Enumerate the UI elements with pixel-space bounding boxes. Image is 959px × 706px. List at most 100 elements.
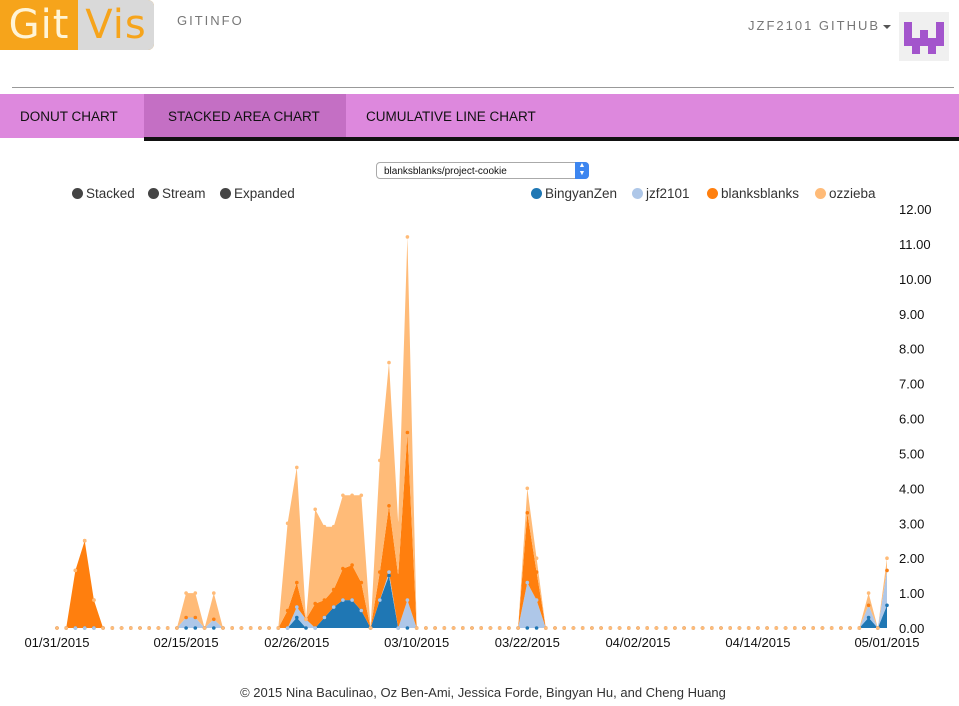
- data-point-ozzieba: [239, 626, 244, 630]
- data-point-bingyanzen: [387, 573, 391, 578]
- tab-stacked-area-chart[interactable]: STACKED AREA CHART: [144, 94, 346, 138]
- data-point-ozzieba: [322, 524, 327, 529]
- data-point-bingyanzen: [866, 615, 871, 620]
- data-point-ozzieba: [368, 626, 373, 630]
- y-tick-label: 11.00: [899, 237, 931, 252]
- data-point-ozzieba: [848, 626, 852, 630]
- mode-stacked[interactable]: Stacked: [72, 186, 135, 201]
- data-point-ozzieba: [414, 626, 419, 630]
- data-point-ozzieba: [396, 521, 401, 526]
- y-tick-label: 8.00: [899, 342, 924, 357]
- legend-ozzieba[interactable]: ozzieba: [815, 186, 876, 201]
- mode-label: Stacked: [86, 186, 135, 201]
- user-menu-dropdown[interactable]: JZF2101 GITHUB: [748, 18, 892, 33]
- data-point-ozzieba: [516, 626, 520, 630]
- header-divider: [12, 87, 954, 88]
- brand-link[interactable]: GITINFO: [177, 13, 244, 28]
- data-point-ozzieba: [64, 626, 68, 630]
- y-tick-label: 3.00: [899, 516, 924, 531]
- legend-dot-icon: [815, 188, 826, 199]
- data-point-jzf2101: [396, 626, 401, 630]
- data-point-jzf2101: [405, 598, 410, 602]
- data-point-ozzieba: [258, 626, 262, 630]
- legend-dot-icon: [707, 188, 718, 199]
- data-point-ozzieba: [285, 521, 290, 526]
- data-point-ozzieba: [341, 493, 345, 498]
- y-tick-label: 4.00: [899, 481, 924, 496]
- data-point-ozzieba: [793, 626, 797, 630]
- data-point-ozzieba: [202, 626, 207, 630]
- legend-dot-icon: [531, 188, 542, 199]
- avatar[interactable]: [899, 12, 949, 61]
- data-point-ozzieba: [165, 626, 170, 630]
- x-tick-label: 02/26/2015: [264, 635, 329, 650]
- data-point-ozzieba: [746, 626, 751, 630]
- legend-jzf2101[interactable]: jzf2101: [632, 186, 690, 201]
- data-point-blanksblanks: [396, 573, 401, 578]
- data-point-ozzieba: [442, 626, 447, 630]
- data-point-ozzieba: [839, 626, 843, 630]
- data-point-ozzieba: [82, 538, 87, 543]
- mode-expanded[interactable]: Expanded: [220, 186, 295, 201]
- data-point-ozzieba: [479, 626, 484, 630]
- x-tick-label: 04/14/2015: [725, 635, 790, 650]
- y-tick-label: 5.00: [899, 446, 924, 461]
- data-point-ozzieba: [230, 626, 234, 630]
- y-tick-label: 2.00: [899, 551, 924, 566]
- data-point-ozzieba: [248, 626, 253, 630]
- data-point-bingyanzen: [212, 626, 216, 630]
- data-point-bingyanzen: [193, 626, 198, 630]
- y-tick-label: 0.00: [899, 621, 924, 636]
- data-point-ozzieba: [534, 556, 539, 560]
- x-tick-label: 05/01/2015: [854, 635, 919, 650]
- data-point-jzf2101: [331, 605, 336, 609]
- stacked-area-chart: 0.00 1.00 2.00 3.00 4.00 5.00 6.00 7.00 8.00 9.00…: [24, 202, 932, 650]
- data-point-ozzieba: [276, 626, 281, 630]
- data-point-ozzieba: [562, 626, 566, 630]
- data-point-bingyanzen: [885, 603, 889, 608]
- mode-stream[interactable]: Stream: [148, 186, 206, 201]
- data-point-blanksblanks: [405, 430, 410, 435]
- data-point-ozzieba: [857, 626, 862, 630]
- radio-dot-icon: [148, 188, 159, 199]
- data-point-blanksblanks: [350, 563, 354, 567]
- data-point-blanksblanks: [387, 504, 391, 508]
- data-point-bingyanzen: [405, 626, 410, 630]
- repo-select[interactable]: blanksblanks/project-cookie ▲ ▼: [376, 162, 589, 179]
- data-point-jzf2101: [73, 626, 78, 630]
- data-point-blanksblanks: [534, 570, 539, 574]
- data-point-ozzieba: [129, 626, 133, 630]
- repo-select-value: blanksblanks/project-cookie: [384, 166, 507, 177]
- legend-blanksblanks[interactable]: blanksblanks: [707, 186, 799, 201]
- tab-donut-chart[interactable]: DONUT CHART: [0, 94, 144, 138]
- data-point-ozzieba: [92, 598, 96, 602]
- data-point-blanksblanks: [341, 566, 345, 571]
- data-point-ozzieba: [470, 626, 474, 630]
- data-point-ozzieba: [774, 626, 779, 630]
- data-point-ozzieba: [267, 626, 271, 630]
- mode-label: Stream: [162, 186, 206, 201]
- identicon-icon: [904, 22, 944, 54]
- data-point-ozzieba: [645, 626, 649, 630]
- gitvis-logo[interactable]: Git Vis: [0, 0, 154, 50]
- legend-label: blanksblanks: [721, 186, 800, 201]
- data-point-ozzieba: [636, 626, 640, 630]
- tab-underline: [144, 137, 959, 141]
- data-point-ozzieba: [461, 626, 465, 630]
- data-point-blanksblanks: [525, 511, 530, 515]
- data-point-jzf2101: [295, 605, 299, 609]
- data-point-ozzieba: [525, 486, 530, 491]
- data-point-ozzieba: [119, 626, 124, 630]
- data-point-jzf2101: [387, 570, 391, 574]
- data-point-ozzieba: [663, 626, 668, 630]
- data-point-blanksblanks: [331, 587, 336, 592]
- data-point-ozzieba: [608, 626, 613, 630]
- tab-cumulative-line-chart[interactable]: CUMULATIVE LINE CHART: [342, 94, 959, 138]
- data-point-ozzieba: [433, 626, 437, 630]
- data-point-ozzieba: [488, 626, 493, 630]
- x-tick-label: 03/22/2015: [495, 635, 560, 650]
- data-point-jzf2101: [92, 626, 96, 630]
- legend-bingyanzen[interactable]: BingyanZen: [531, 186, 617, 201]
- data-point-ozzieba: [387, 360, 391, 365]
- y-tick-label: 10.00: [899, 272, 932, 287]
